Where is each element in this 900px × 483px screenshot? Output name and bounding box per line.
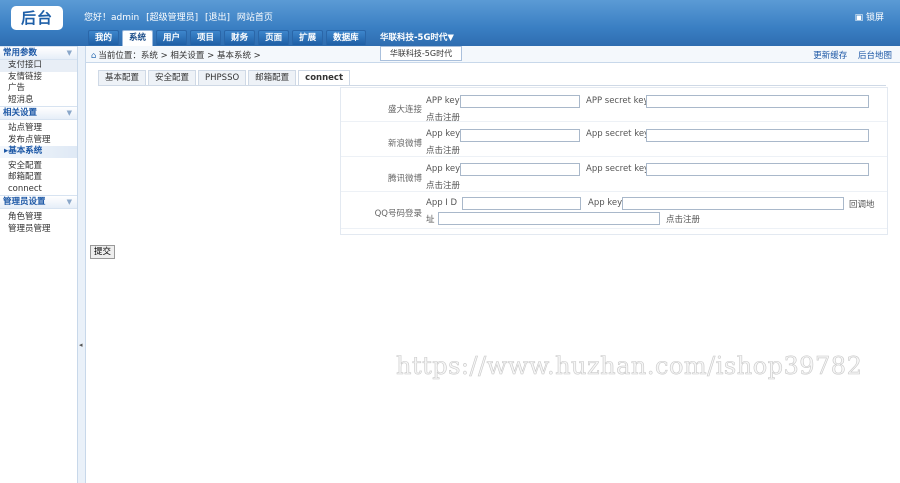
lock-label: 锁屏 — [865, 13, 884, 23]
site-home-link[interactable]: 网站首页 — [237, 13, 273, 23]
form-row-qq: QQ号码登录 App I D App key 回调地 址 点击注册 — [341, 193, 887, 229]
row-label: 新浪微博 — [387, 139, 422, 149]
welcome-text: 您好！admin — [84, 13, 140, 23]
home-icon: ⌂ — [91, 51, 97, 61]
weibo-app-secret-input[interactable] — [646, 129, 869, 142]
nav-tab-users[interactable]: 用户 — [156, 30, 188, 45]
form-row-tencent: 腾讯微博 App key App secret key 点击注册 — [341, 158, 887, 192]
app-key-label: APP key — [426, 96, 460, 106]
sidebar: 常用参数 ▼ 支付接口 友情链接 广告 短消息 相关设置 ▼ 站点管理 发布点管理 … — [0, 46, 78, 483]
sidebar-group-title: 相关设置 — [3, 108, 38, 118]
nav-tab-mine[interactable]: 我的 — [88, 30, 120, 45]
tab-mail[interactable]: 邮箱配置 — [248, 70, 297, 85]
sidebar-group-common[interactable]: 常用参数 ▼ — [0, 46, 77, 60]
watermark: https://www.huzhan.com/ishop39782 — [396, 352, 863, 381]
sidebar-item-publish-points[interactable]: 发布点管理 — [0, 135, 77, 147]
weibo-app-key-input[interactable] — [460, 129, 580, 142]
chevron-down-icon: ▼ — [447, 33, 454, 43]
callback-label: 回调地 — [849, 200, 875, 210]
callback-label-cont: 址 — [426, 215, 435, 225]
role-label: [超级管理员] — [146, 13, 199, 23]
app-id-label: App I D — [426, 198, 458, 208]
collapse-left-icon[interactable]: ◂ — [79, 341, 83, 349]
form-row-weibo: 新浪微博 App key App secret key 点击注册 — [341, 123, 887, 157]
snda-app-key-input[interactable] — [460, 95, 580, 108]
connect-form: 盛大连接 APP key APP secret key 点击注册 新浪微博 Ap… — [340, 87, 888, 235]
qq-callback-input[interactable] — [438, 212, 660, 225]
app-key-label: App key — [426, 129, 461, 139]
nav-tab-finance[interactable]: 财务 — [224, 30, 256, 45]
nav-tab-pages[interactable]: 页面 — [258, 30, 290, 45]
update-cache-link[interactable]: 更新缓存 — [813, 51, 847, 61]
register-link[interactable]: 点击注册 — [666, 213, 700, 225]
sidebar-item-connect[interactable]: connect — [0, 184, 77, 196]
app-key-label: App key — [588, 198, 623, 208]
welcome-bar: 您好！admin [超级管理员] [退出] 网站首页 — [84, 10, 277, 23]
lock-icon: ▣ — [854, 13, 866, 23]
tab-connect[interactable]: connect — [298, 70, 351, 85]
settings-tabs: 基本配置 安全配置 PHPSSO 邮箱配置 connect — [98, 70, 352, 85]
main-nav: 我的 系统 用户 项目 财务 页面 扩展 数据库 — [88, 30, 366, 46]
app-secret-label: APP secret key — [586, 96, 649, 106]
sidebar-group-admins[interactable]: 管理员设置 ▼ — [0, 195, 77, 209]
register-link[interactable]: 点击注册 — [426, 111, 460, 123]
collapse-icon: ▼ — [66, 109, 72, 117]
nav-tab-projects[interactable]: 项目 — [190, 30, 222, 45]
site-popup[interactable]: 华联科技-5G时代 — [380, 46, 462, 61]
nav-tab-extend[interactable]: 扩展 — [292, 30, 324, 45]
tab-phpsso[interactable]: PHPSSO — [198, 70, 247, 85]
sidebar-group-title: 常用参数 — [3, 48, 38, 58]
sidebar-item-label: 基本系统 — [8, 146, 43, 156]
register-link[interactable]: 点击注册 — [426, 179, 460, 191]
top-links: 更新缓存 后台地图 — [805, 49, 892, 61]
row-label: 盛大连接 — [387, 105, 422, 115]
nav-tab-system[interactable]: 系统 — [122, 30, 154, 46]
admin-logo: 后台 — [11, 6, 63, 30]
sidebar-item-ads[interactable]: 广告 — [0, 83, 77, 95]
tab-basic[interactable]: 基本配置 — [98, 70, 147, 85]
sidebar-item-admins[interactable]: 管理员管理 — [0, 224, 77, 236]
logout-link[interactable]: [退出] — [205, 13, 230, 23]
sidebar-group-title: 管理员设置 — [3, 197, 46, 207]
top-header: 后台 您好！admin [超级管理员] [退出] 网站首页 ▣ 锁屏 我的 系统… — [0, 0, 900, 46]
qq-app-key-input[interactable] — [622, 197, 844, 210]
sidebar-group-settings[interactable]: 相关设置 ▼ — [0, 106, 77, 120]
breadcrumb: ⌂ 当前位置：系统 > 相关设置 > 基本系统 > — [91, 49, 261, 61]
breadcrumb-text: 当前位置：系统 > 相关设置 > 基本系统 > — [98, 51, 261, 61]
sidebar-item-links[interactable]: 友情链接 — [0, 72, 77, 84]
sidebar-item-basic-system[interactable]: ▸基本系统 — [0, 146, 77, 158]
sidebar-splitter[interactable]: ◂ — [78, 46, 86, 483]
app-key-label: App key — [426, 164, 461, 174]
tencent-app-key-input[interactable] — [460, 163, 580, 176]
sidebar-item-mail[interactable]: 邮箱配置 — [0, 172, 77, 184]
submit-button[interactable]: 提交 — [90, 245, 116, 259]
site-selector-label: 华联科技-5G时代 — [380, 33, 448, 43]
form-row-snda: 盛大连接 APP key APP secret key 点击注册 — [341, 88, 887, 123]
sidebar-item-security[interactable]: 安全配置 — [0, 161, 77, 173]
collapse-icon: ▼ — [66, 198, 72, 206]
lock-screen-button[interactable]: ▣ 锁屏 — [855, 10, 884, 23]
tencent-app-secret-input[interactable] — [646, 163, 869, 176]
nav-tab-database[interactable]: 数据库 — [326, 30, 366, 45]
sidebar-item-payment[interactable]: 支付接口 — [0, 60, 77, 72]
row-label: QQ号码登录 — [374, 209, 422, 219]
snda-app-secret-input[interactable] — [646, 95, 869, 108]
qq-app-id-input[interactable] — [462, 197, 581, 210]
collapse-icon: ▼ — [66, 49, 72, 57]
site-selector[interactable]: 华联科技-5G时代▼ — [380, 31, 454, 43]
tabs-divider — [98, 85, 886, 86]
register-link[interactable]: 点击注册 — [426, 144, 460, 156]
sidebar-item-roles[interactable]: 角色管理 — [0, 212, 77, 224]
sidebar-item-sites[interactable]: 站点管理 — [0, 123, 77, 135]
admin-map-link[interactable]: 后台地图 — [858, 51, 892, 61]
app-secret-label: App secret key — [586, 164, 650, 174]
breadcrumb-bar: ⌂ 当前位置：系统 > 相关设置 > 基本系统 > 更新缓存 后台地图 — [86, 46, 900, 63]
sidebar-item-messages[interactable]: 短消息 — [0, 95, 77, 107]
app-secret-label: App secret key — [586, 129, 650, 139]
tab-security[interactable]: 安全配置 — [148, 70, 197, 85]
row-label: 腾讯微博 — [387, 174, 422, 184]
